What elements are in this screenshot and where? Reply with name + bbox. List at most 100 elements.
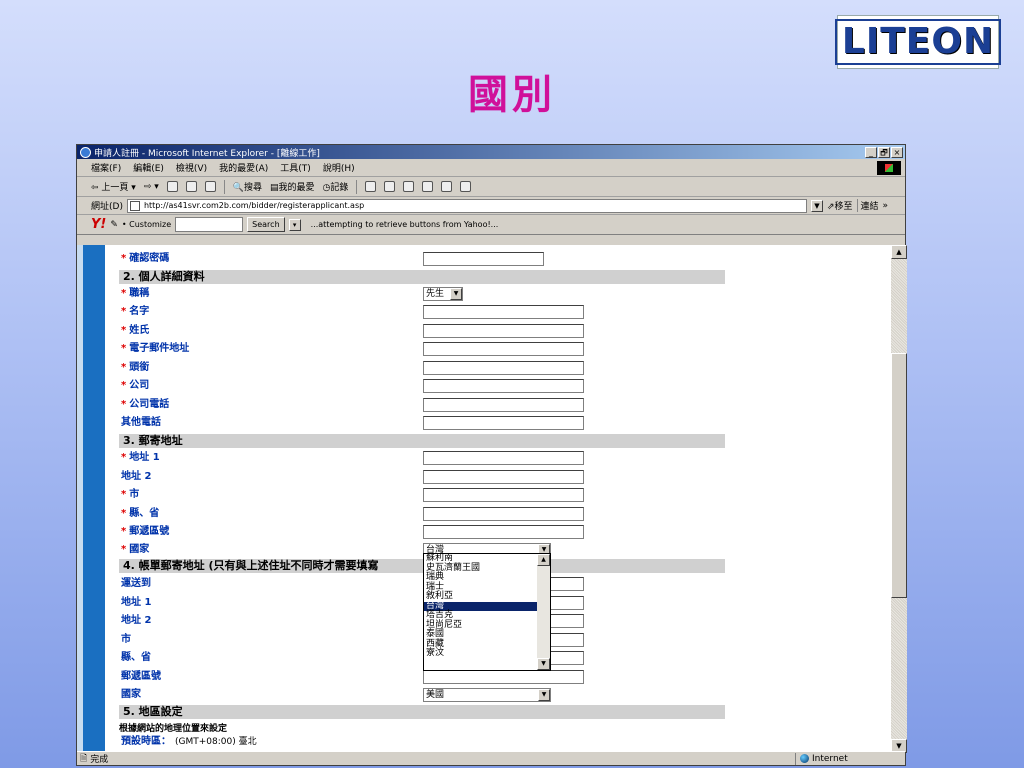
company-phone-field[interactable] — [423, 398, 584, 412]
ie-window: 申請人註冊 - Microsoft Internet Explorer - [離… — [76, 144, 907, 766]
title-bar: 申請人註冊 - Microsoft Internet Explorer - [離… — [77, 145, 905, 159]
menu-bar: 檔案(F) 編輯(E) 檢視(V) 我的最愛(A) 工具(T) 說明(H) — [77, 159, 905, 177]
label-billing-address-1: 地址 1 — [121, 597, 152, 608]
page-icon — [129, 200, 140, 211]
confirm-password-field[interactable] — [423, 252, 544, 266]
country-option[interactable]: 寮汶 — [424, 648, 550, 659]
slide-title: 國別 — [468, 71, 556, 118]
page-scrollbar[interactable]: ▲ ▼ — [891, 245, 907, 753]
label-email: * 電子郵件地址 — [121, 343, 190, 354]
globe-icon — [800, 754, 809, 763]
ie-icon — [80, 146, 91, 158]
city-field[interactable] — [423, 488, 584, 502]
company-field[interactable] — [423, 379, 584, 393]
minimize-button[interactable]: _ — [865, 146, 877, 158]
yahoo-logo[interactable]: Y! — [91, 217, 106, 232]
refresh-icon[interactable] — [185, 181, 197, 192]
status-text: 完成 — [90, 755, 109, 765]
label-last-name: * 姓氏 — [121, 325, 150, 336]
county-field[interactable] — [423, 507, 584, 521]
page-content: * 確認密碼 2. 個人詳細資料 * 職稱 先生 ▼ * 名字 * 姓氏 * 電子郵件地址 … — [77, 245, 907, 753]
address-1-field[interactable] — [423, 451, 584, 465]
postcode-field[interactable] — [423, 525, 584, 539]
page-side-strip — [77, 245, 105, 753]
billing-postcode-field[interactable] — [423, 670, 584, 684]
label-billing-city: 市 — [121, 634, 131, 645]
status-bar: 🗎 完成 Internet — [77, 751, 905, 765]
label-address-2: 地址 2 — [121, 471, 152, 482]
section-region-settings: 5. 地區設定 — [119, 705, 725, 719]
windows-flag-icon — [877, 161, 901, 175]
label-city: * 市 — [121, 489, 140, 500]
chevron-right-icon[interactable]: » — [883, 201, 889, 211]
title-select[interactable]: 先生 ▼ — [423, 287, 463, 301]
scroll-up-arrow[interactable]: ▲ — [891, 245, 907, 259]
label-company-phone: * 公司電話 — [121, 399, 170, 410]
label-country: * 國家 — [121, 544, 150, 555]
scroll-thumb[interactable] — [891, 353, 907, 598]
section-mailing-address: 3. 郵寄地址 — [119, 434, 725, 448]
section-billing-address: 4. 帳單郵寄地址 (只有與上述住址不同時才需要填寫 — [119, 559, 725, 573]
search-button[interactable]: 🔍搜尋 — [233, 180, 262, 193]
label-address-1: * 地址 1 — [121, 452, 160, 463]
yahoo-toolbar: Y! ✎ • Customize Search ▾ ...attempting … — [77, 215, 905, 235]
other-phone-field[interactable] — [423, 416, 584, 430]
address-label: 網址(D) — [91, 202, 123, 212]
label-ship-to: 運送到 — [121, 578, 151, 589]
billing-country-select[interactable]: 美國 ▼ — [423, 688, 551, 702]
page-done-icon: 🗎 — [80, 753, 88, 764]
country-dropdown-list[interactable]: 蘇利南 史瓦濟蘭王國 瑞典 瑞士 敘利亞 台灣 塔吉克 坦尚尼亞 泰國 西藏 寮汶 ▲ ▼ — [423, 553, 551, 671]
menu-file[interactable]: 檔案(F) — [91, 161, 121, 174]
label-billing-postcode: 郵遞區號 — [121, 671, 161, 682]
address-input[interactable]: http://as41svr.com2b.com/bidder/register… — [126, 198, 807, 213]
label-billing-address-2: 地址 2 — [121, 615, 152, 626]
maximize-button[interactable]: 🗗 — [878, 146, 890, 158]
customize-button[interactable]: • Customize — [122, 220, 171, 229]
menu-tools[interactable]: 工具(T) — [280, 161, 311, 174]
label-billing-country: 國家 — [121, 689, 141, 700]
label-postcode: * 郵遞區號 — [121, 526, 170, 537]
edit-icon[interactable] — [403, 181, 415, 192]
address-2-field[interactable] — [423, 470, 584, 484]
label-first-name: * 名字 — [121, 306, 150, 317]
close-button[interactable]: × — [891, 146, 903, 158]
first-name-field[interactable] — [423, 305, 584, 319]
yahoo-search-input[interactable] — [175, 217, 244, 232]
email-field[interactable] — [423, 342, 584, 356]
label-billing-county: 縣、省 — [121, 652, 151, 663]
label-company: * 公司 — [121, 380, 150, 391]
go-button[interactable]: ⇗移至 — [827, 199, 853, 212]
yahoo-search-dropdown[interactable]: ▾ — [288, 218, 301, 231]
label-title: * 職稱 — [121, 288, 150, 299]
stop-icon[interactable] — [166, 181, 178, 192]
job-title-field[interactable] — [423, 361, 584, 375]
print-icon[interactable] — [384, 181, 396, 192]
messenger-icon[interactable] — [441, 181, 453, 192]
menu-favorites[interactable]: 我的最愛(A) — [219, 161, 268, 174]
mail-icon[interactable] — [365, 181, 377, 192]
menu-view[interactable]: 檢視(V) — [176, 161, 207, 174]
menu-help[interactable]: 說明(H) — [323, 161, 355, 174]
discuss-icon[interactable] — [422, 181, 434, 192]
menu-edit[interactable]: 編輯(E) — [133, 161, 164, 174]
region-note: 根據網站的地理位置來設定 — [119, 724, 228, 734]
dropdown-scrollbar[interactable]: ▲ ▼ — [537, 554, 550, 670]
label-other-phone: 其他電話 — [121, 417, 161, 428]
user-icon[interactable] — [460, 181, 472, 192]
favorites-button[interactable]: ▤我的最愛 — [270, 180, 315, 193]
standard-toolbar: ⇦ 上一頁 ▾ ⇨ ▾ 🔍搜尋 ▤我的最愛 ◷記錄 — [77, 177, 905, 197]
dropdown-scroll-down[interactable]: ▼ — [537, 658, 550, 670]
pencil-icon[interactable]: ✎ — [110, 220, 118, 230]
address-dropdown-button[interactable]: ▼ — [810, 199, 823, 212]
back-button[interactable]: ⇦ 上一頁 ▾ — [91, 180, 136, 193]
last-name-field[interactable] — [423, 324, 584, 338]
label-job-title: * 頭銜 — [121, 362, 150, 373]
timezone-row: 預設時區： (GMT+08:00) 臺北 — [121, 736, 257, 747]
label-confirm-password: * 確認密碼 — [121, 253, 170, 264]
yahoo-search-button[interactable]: Search — [247, 217, 285, 232]
links-button[interactable]: 連結 — [856, 199, 879, 212]
home-icon[interactable] — [204, 181, 216, 192]
history-button[interactable]: ◷記錄 — [323, 180, 349, 193]
dropdown-scroll-up[interactable]: ▲ — [537, 554, 550, 566]
forward-button[interactable]: ⇨ ▾ — [144, 182, 159, 192]
